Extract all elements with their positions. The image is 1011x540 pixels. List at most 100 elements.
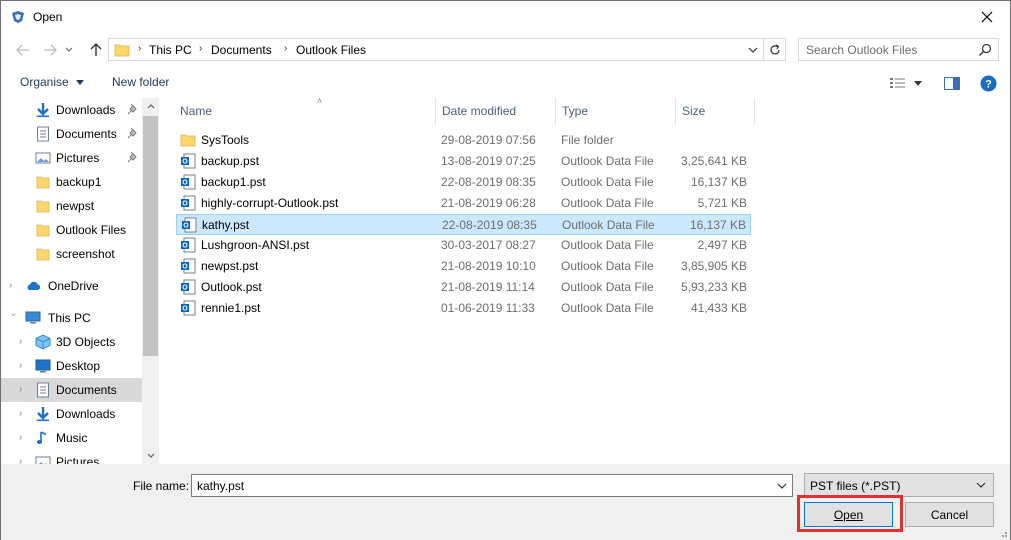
- file-row[interactable]: O backup1.pst 22-08-2019 08:35 Outlook D…: [176, 172, 751, 193]
- breadcrumb-outlook-files[interactable]: Outlook Files: [296, 43, 366, 57]
- up-button[interactable]: [85, 40, 107, 60]
- search-box[interactable]: Search Outlook Files: [798, 38, 999, 61]
- view-options-dropdown[interactable]: [911, 74, 925, 92]
- column-header-name[interactable]: ˄ Name: [176, 96, 436, 125]
- downloads-icon: [37, 103, 49, 118]
- scroll-up-button[interactable]: [142, 98, 159, 115]
- sidebar-item-documents[interactable]: › Documents: [1, 378, 142, 402]
- scrollbar-thumb[interactable]: [143, 116, 158, 356]
- sidebar-item-label: This PC: [48, 311, 91, 325]
- organise-button[interactable]: Organise: [20, 75, 85, 89]
- sidebar-item-pictures[interactable]: › Pictures: [1, 450, 142, 464]
- column-header-size[interactable]: Size: [676, 98, 755, 125]
- expand-chevron-icon[interactable]: ›: [9, 280, 19, 292]
- expand-chevron-icon[interactable]: ›: [19, 384, 29, 396]
- file-row[interactable]: O backup.pst 13-08-2019 07:25 Outlook Da…: [176, 151, 751, 172]
- open-button[interactable]: Open: [804, 502, 893, 527]
- file-date: 29-08-2019 07:56: [441, 133, 536, 147]
- svg-text:O: O: [182, 159, 188, 166]
- file-row[interactable]: SysTools 29-08-2019 07:56 File folder: [176, 130, 751, 151]
- forward-button[interactable]: [39, 40, 61, 60]
- sort-ascending-icon: ˄: [317, 96, 323, 106]
- svg-text:O: O: [182, 306, 188, 313]
- expand-chevron-icon[interactable]: ›: [19, 408, 29, 420]
- collapse-chevron-icon[interactable]: ›: [7, 313, 19, 323]
- sidebar-item-3d-objects[interactable]: › 3D Objects: [1, 330, 142, 354]
- file-name-input[interactable]: kathy.pst: [191, 474, 793, 497]
- scroll-down-button[interactable]: [142, 447, 159, 464]
- command-bar: Organise New folder ?: [1, 69, 1010, 97]
- sidebar-item-desktop[interactable]: › Desktop: [1, 354, 142, 378]
- file-row[interactable]: O newpst.pst 21-08-2019 10:10 Outlook Da…: [176, 256, 751, 277]
- file-row[interactable]: O Lushgroon-ANSI.pst 30-03-2017 08:27 Ou…: [176, 235, 751, 256]
- file-name: Outlook.pst: [201, 280, 262, 294]
- sidebar-item-this-pc[interactable]: › This PC: [1, 306, 142, 330]
- sidebar-scrollbar[interactable]: [142, 98, 159, 464]
- desktop-icon: [35, 359, 51, 373]
- outlook-file-icon: O: [181, 279, 196, 295]
- sidebar-item-downloads[interactable]: › Downloads: [1, 402, 142, 426]
- file-date: 22-08-2019 08:35: [441, 175, 536, 189]
- file-name-dropdown[interactable]: [774, 477, 790, 494]
- documents-icon: [37, 126, 49, 142]
- address-bar[interactable]: › This PC › Documents › Outlook Files: [108, 38, 786, 61]
- new-folder-button[interactable]: New folder: [112, 75, 169, 89]
- expand-chevron-icon[interactable]: ›: [19, 336, 29, 348]
- preview-pane-button[interactable]: [942, 74, 962, 92]
- refresh-button[interactable]: [763, 39, 785, 60]
- file-size: 2,497 KB: [697, 238, 747, 252]
- svg-text:O: O: [182, 264, 188, 271]
- file-row[interactable]: O Outlook.pst 21-08-2019 11:14 Outlook D…: [176, 277, 751, 298]
- caret-down-icon: [914, 80, 922, 86]
- change-view-button[interactable]: [888, 74, 908, 92]
- music-icon: [36, 431, 47, 444]
- file-type-dropdown: [974, 478, 988, 492]
- window-title: Open: [33, 10, 63, 24]
- navigation-pane: Downloads Documents Pictures backup1 new…: [1, 98, 158, 464]
- outlook-file-icon: O: [181, 237, 196, 253]
- sidebar-item-label: Downloads: [56, 103, 116, 117]
- recent-locations-button[interactable]: [62, 40, 76, 60]
- sidebar-item-label: Pictures: [56, 455, 100, 464]
- expand-chevron-icon[interactable]: ›: [19, 456, 29, 464]
- sidebar-item-newpst[interactable]: newpst: [1, 194, 142, 218]
- breadcrumb-this-pc[interactable]: This PC: [149, 43, 192, 57]
- file-type: Outlook Data File: [562, 218, 655, 232]
- svg-text:O: O: [183, 223, 189, 230]
- address-dropdown-button[interactable]: [744, 39, 762, 60]
- expand-chevron-icon[interactable]: ›: [19, 432, 29, 444]
- details-view-icon: [890, 78, 905, 88]
- back-button[interactable]: [12, 40, 34, 60]
- file-type-select[interactable]: PST files (*.PST): [804, 473, 994, 497]
- file-name: backup.pst: [201, 154, 260, 168]
- pin-icon: [127, 103, 137, 115]
- breadcrumb-documents[interactable]: Documents: [211, 43, 272, 57]
- sidebar-item-outlook-files[interactable]: Outlook Files: [1, 218, 142, 242]
- pin-icon: [127, 151, 137, 163]
- sidebar-item-label: newpst: [56, 199, 95, 213]
- resize-grip-icon[interactable]: [998, 528, 1008, 538]
- sidebar-item-music[interactable]: › Music: [1, 426, 142, 450]
- file-row[interactable]: O rennie1.pst 01-06-2019 11:33 Outlook D…: [176, 298, 751, 319]
- app-icon: [12, 11, 24, 23]
- sidebar-item-downloads-quick[interactable]: Downloads: [1, 98, 142, 122]
- sidebar-item-documents-quick[interactable]: Documents: [1, 122, 142, 146]
- chevron-up-icon: [147, 104, 154, 109]
- breadcrumb-separator-icon: ›: [138, 43, 142, 54]
- expand-chevron-icon[interactable]: ›: [19, 360, 29, 372]
- file-row[interactable]: O highly-corrupt-Outlook.pst 21-08-2019 …: [176, 193, 751, 214]
- sidebar-item-onedrive[interactable]: › OneDrive: [1, 274, 142, 298]
- close-button[interactable]: [964, 1, 1010, 33]
- sidebar-item-screenshot[interactable]: screenshot: [1, 242, 142, 266]
- chevron-down-icon: [748, 47, 758, 53]
- column-header-type[interactable]: Type: [556, 98, 676, 125]
- file-row-selected[interactable]: O kathy.pst 22-08-2019 08:35 Outlook Dat…: [176, 214, 751, 235]
- file-date: 21-08-2019 11:14: [441, 280, 535, 294]
- help-button[interactable]: ?: [978, 74, 998, 92]
- column-header-date[interactable]: Date modified: [436, 98, 556, 125]
- sidebar-item-backup1[interactable]: backup1: [1, 170, 142, 194]
- file-size: 16,137 KB: [689, 218, 746, 232]
- folder-icon: [114, 44, 130, 57]
- cancel-button[interactable]: Cancel: [905, 502, 994, 527]
- sidebar-item-pictures-quick[interactable]: Pictures: [1, 146, 142, 170]
